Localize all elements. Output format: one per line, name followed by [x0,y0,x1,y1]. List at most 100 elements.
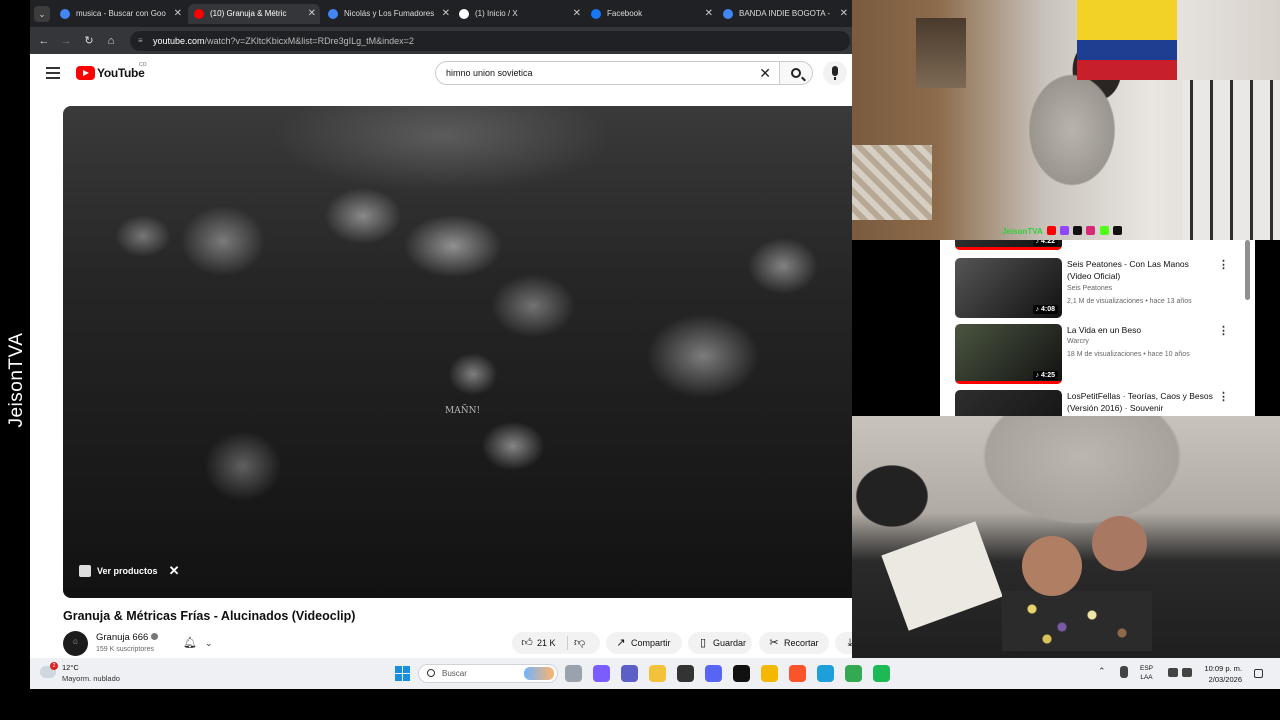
bookmark-icon: ▯ [699,637,707,649]
clock[interactable]: 10:09 p. m. 2/03/2026 [1200,663,1242,685]
view-products-button[interactable]: Ver productos ✕ [71,559,188,583]
discord-icon[interactable] [705,665,722,682]
teams-icon[interactable] [621,665,638,682]
channel-name[interactable]: Granuja 666 [96,632,159,643]
taskbar: 2 12°C Mayorm. nublado Buscar ⌃ ESP LAA 1… [30,658,1280,689]
browser-tab[interactable]: Facebook ✕ [585,4,717,24]
close-tab-icon[interactable]: ✕ [840,4,848,24]
volume-icon[interactable] [1182,668,1192,677]
related-video-title[interactable]: LosPetitFellas · Teorías, Caos y Besos (… [1067,390,1215,414]
related-video-channel[interactable]: Warcry [1067,338,1089,345]
more-options-icon[interactable]: ⋮ [1218,324,1229,337]
brave-icon[interactable] [789,665,806,682]
watched-progress [955,247,1062,250]
browser-tab[interactable]: (1) Inicio / X ✕ [453,4,585,24]
video-thumbnail[interactable]: ♪ 4:08 [955,258,1062,318]
verified-icon [151,633,159,640]
browser-tab[interactable]: Nicolás y Los Fumadores ✕ [322,4,454,24]
browser-tab[interactable]: BANDA INDIE BOGOTA - ✕ [717,4,852,24]
clip-button[interactable]: ✂ Recortar [759,632,829,654]
edge-icon[interactable] [817,665,834,682]
country-code: CO [139,62,147,68]
menu-icon[interactable] [46,67,60,79]
x-icon [1073,226,1083,235]
network-icon[interactable] [1168,668,1178,677]
temperature: 12°C [62,663,79,672]
clear-search-icon[interactable]: ✕ [759,62,771,84]
watched-progress [955,381,1062,384]
shopping-bag-icon [79,565,91,577]
like-button[interactable]: 👍︎ 21 K 👎︎ [512,632,600,654]
subscribed-bell-button[interactable]: 🔔︎ ⌄ [183,634,227,652]
reload-icon[interactable]: ↻ [81,33,97,49]
close-tab-icon[interactable]: ✕ [442,4,450,24]
site-info-icon[interactable]: ≡ [138,36,148,46]
taskbar-search[interactable]: Buscar [418,664,558,683]
copilot-icon[interactable] [593,665,610,682]
subscriber-count: 159 K suscriptores [96,646,154,653]
thumbs-up-icon: 👍︎ [521,637,533,649]
close-tab-icon[interactable]: ✕ [573,4,581,24]
address-bar[interactable]: ≡ youtube.com/watch?v=ZKltcKbicxM&list=R… [130,31,850,51]
tiktok-icon[interactable] [733,665,750,682]
related-video-channel[interactable]: Seis Peatones [1067,285,1112,292]
save-button[interactable]: ▯ Guardar [688,632,752,654]
browser-tab[interactable]: (10) Granuja & Métric ✕ [188,4,320,24]
related-video-item[interactable]: ♪ 4:25 La Vida en un Beso ⋮ Warcry 18 M de v… [955,324,1255,386]
more-options-icon[interactable]: ⋮ [1218,390,1229,403]
file-explorer-icon[interactable] [649,665,666,682]
related-video-item[interactable]: ♪ 4:22 [955,240,1255,252]
related-video-meta: 2,1 M de visualizaciones • hace 13 años [1067,298,1192,305]
close-tab-icon[interactable]: ✕ [174,4,182,24]
video-thumbnail[interactable]: ♪ 4:25 [955,324,1062,384]
download-button[interactable]: ⤓ [835,632,852,654]
share-button[interactable]: ↗ Compartir [606,632,682,654]
video-thumbnail[interactable]: ♪ 4:22 [955,240,1062,250]
social-handle-strip: JeisonTVA [1002,226,1122,238]
related-video-item[interactable]: ♪ 4:08 Seis Peatones - Con Las Manos (Vid… [955,258,1255,320]
chrome-icon[interactable] [845,665,862,682]
app-icon[interactable] [761,665,778,682]
microphone-icon[interactable] [1120,666,1128,678]
spotify-icon[interactable] [873,665,890,682]
video-duration: ♪ 4:22 [1032,240,1058,246]
browser-tab[interactable]: musica - Buscar con Goo ✕ [54,4,186,24]
start-button[interactable] [395,666,410,681]
channel-avatar[interactable]: G [63,631,88,656]
related-video-item[interactable]: LosPetitFellas · Teorías, Caos y Besos (… [955,390,1255,416]
flag-image [1077,0,1177,80]
notification-badge: 2 [50,662,58,670]
voice-search-icon[interactable] [823,61,847,85]
video-thumbnail[interactable] [955,390,1062,416]
home-icon[interactable]: ⌂ [103,33,119,49]
tab-title: BANDA INDIE BOGOTA - [739,9,830,18]
notifications-icon[interactable] [1254,669,1263,678]
tab-favicon-icon [194,9,204,19]
download-icon: ⤓ [847,637,852,649]
tab-favicon-icon [328,9,338,19]
tab-strip: ⌄ musica - Buscar con Goo ✕ (10) Granuja &… [30,0,852,27]
youtube-play-icon [76,66,95,80]
dislike-icon[interactable]: 👎︎ [574,632,585,654]
video-player[interactable]: MAÑN! Ver productos ✕ [63,106,852,598]
scissors-icon: ✂ [769,637,779,649]
search-button[interactable] [779,61,813,85]
input-language[interactable]: ESP LAA [1140,664,1153,682]
tab-search-icon[interactable]: ⌄ [34,6,50,22]
forward-icon[interactable]: → [58,33,74,49]
tab-favicon-icon [60,9,70,19]
close-icon[interactable]: ✕ [169,559,180,583]
twitch-icon [1059,226,1069,235]
game-icon[interactable] [677,665,694,682]
related-video-title[interactable]: La Vida en un Beso [1067,324,1215,336]
show-hidden-icons[interactable]: ⌃ [1098,666,1106,677]
search-input[interactable]: himno union sovietica ✕ [435,61,780,85]
more-options-icon[interactable]: ⋮ [1218,258,1229,271]
back-icon[interactable]: ← [36,33,52,49]
view-products-label: Ver productos [97,566,158,576]
close-tab-icon[interactable]: ✕ [308,4,316,24]
related-video-title[interactable]: Seis Peatones - Con Las Manos (Video Ofi… [1067,258,1215,282]
task-view-icon[interactable] [565,665,582,682]
browser-toolbar: ← → ↻ ⌂ ≡ youtube.com/watch?v=ZKltcKbicx… [30,27,852,54]
close-tab-icon[interactable]: ✕ [705,4,713,24]
